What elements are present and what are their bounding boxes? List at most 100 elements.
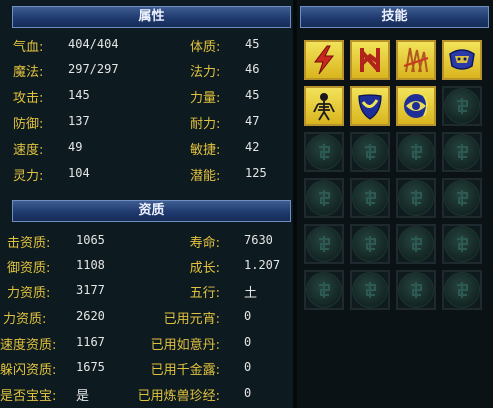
- empty-skill-slot[interactable]: [396, 178, 436, 218]
- attributes-header: 属性: [12, 6, 291, 28]
- empty-skill-slot[interactable]: [304, 178, 344, 218]
- qual-value: 1065: [76, 233, 105, 247]
- attr-value: 145: [68, 88, 90, 102]
- attr-label: 魔法:: [13, 65, 44, 80]
- empty-skill-slot[interactable]: [350, 270, 390, 310]
- qual-value: 0: [244, 386, 252, 400]
- skill-slot[interactable]: [396, 86, 436, 126]
- qual-value: 7630: [244, 233, 273, 247]
- attr-label: 攻击:: [13, 91, 44, 106]
- empty-skill-slot[interactable]: [442, 86, 482, 126]
- flame-skill-icon: [403, 47, 429, 73]
- qual-label: 躲闪资质:: [0, 363, 57, 378]
- attr-value: 45: [245, 88, 260, 102]
- attr-value: 104: [68, 166, 90, 180]
- qual-value: 1108: [76, 258, 105, 272]
- empty-skill-slot[interactable]: [304, 270, 344, 310]
- empty-skill-slot[interactable]: [442, 132, 482, 172]
- lightning-skill-icon: [314, 45, 335, 75]
- qual-value: 1.207: [244, 258, 281, 272]
- qual-value: 2620: [76, 309, 105, 323]
- empty-skill-slot[interactable]: [304, 132, 344, 172]
- skill-slot[interactable]: [350, 40, 390, 80]
- empty-skill-slot[interactable]: [350, 132, 390, 172]
- qual-value: 0: [244, 360, 252, 374]
- empty-slot-icon: [306, 134, 342, 170]
- attr-value: 42: [245, 140, 260, 154]
- attr-label: 气血:: [13, 40, 44, 55]
- empty-slot-icon: [444, 226, 480, 262]
- attr-label: 力量:: [190, 91, 221, 106]
- empty-slot-icon: [444, 88, 480, 124]
- qual-label: 已用如意丹:: [150, 338, 220, 353]
- qual-value: 0: [244, 335, 252, 349]
- empty-slot-icon: [398, 180, 434, 216]
- empty-slot-icon: [306, 226, 342, 262]
- attr-value: 49: [68, 140, 83, 154]
- shield-skill-icon: [358, 94, 382, 120]
- empty-skill-slot[interactable]: [396, 132, 436, 172]
- empty-slot-icon: [352, 180, 388, 216]
- attr-label: 耐力:: [190, 117, 221, 132]
- empty-slot-icon: [398, 226, 434, 262]
- qual-label: 御资质:: [7, 261, 51, 276]
- attr-value: 47: [245, 114, 260, 128]
- empty-skill-slot[interactable]: [396, 224, 436, 264]
- skill-slot[interactable]: [442, 40, 482, 80]
- empty-slot-icon: [306, 180, 342, 216]
- rune-skill-icon: [360, 48, 380, 72]
- empty-slot-icon: [352, 226, 388, 262]
- qual-value: 1675: [76, 360, 105, 374]
- qual-label: 已用炼兽珍经:: [137, 389, 220, 404]
- empty-slot-icon: [398, 134, 434, 170]
- skills-header: 技能: [300, 6, 489, 28]
- qual-label: 五行:: [189, 286, 220, 301]
- skeleton-skill-icon: [313, 93, 335, 121]
- empty-slot-icon: [444, 134, 480, 170]
- skill-slot[interactable]: [396, 40, 436, 80]
- empty-slot-icon: [398, 272, 434, 308]
- qual-label: 力资质:: [3, 312, 47, 327]
- attr-value: 125: [245, 166, 267, 180]
- dragon-skill-icon: [449, 49, 475, 70]
- empty-skill-slot[interactable]: [304, 224, 344, 264]
- qual-value: 3177: [76, 283, 105, 297]
- attr-label: 体质:: [190, 40, 221, 55]
- attr-value: 404/404: [68, 37, 119, 51]
- skill-slot[interactable]: [304, 40, 344, 80]
- empty-skill-slot[interactable]: [350, 178, 390, 218]
- empty-slot-icon: [352, 134, 388, 170]
- attr-label: 法力:: [190, 65, 221, 80]
- skill-slot[interactable]: [350, 86, 390, 126]
- qual-value: 1167: [76, 335, 105, 349]
- empty-slot-icon: [306, 272, 342, 308]
- qual-label: 是否宝宝:: [0, 389, 57, 404]
- attr-label: 潜能:: [190, 169, 221, 184]
- qual-value: 土: [244, 286, 258, 301]
- qual-label: 力资质:: [7, 286, 51, 301]
- skill-slot[interactable]: [304, 86, 344, 126]
- qual-label: 已用千金露:: [150, 363, 220, 378]
- attr-value: 137: [68, 114, 90, 128]
- qual-label: 成长:: [189, 261, 220, 276]
- attr-label: 防御:: [13, 117, 44, 132]
- empty-skill-slot[interactable]: [442, 178, 482, 218]
- empty-skill-slot[interactable]: [442, 270, 482, 310]
- empty-slot-icon: [444, 180, 480, 216]
- empty-slot-icon: [352, 272, 388, 308]
- empty-skill-slot[interactable]: [350, 224, 390, 264]
- panel-divider: [293, 0, 297, 408]
- empty-skill-slot[interactable]: [396, 270, 436, 310]
- attr-label: 灵力:: [13, 169, 44, 184]
- attr-value: 46: [245, 62, 260, 76]
- empty-slot-icon: [444, 272, 480, 308]
- qual-label: 已用元宵:: [163, 312, 220, 327]
- attr-value: 297/297: [68, 62, 119, 76]
- empty-skill-slot[interactable]: [442, 224, 482, 264]
- attr-label: 敏捷:: [190, 143, 221, 158]
- qual-value: 是: [76, 389, 90, 404]
- qual-label: 速度资质:: [0, 338, 57, 353]
- eye-skill-icon: [404, 94, 428, 118]
- qual-label: 击资质:: [7, 236, 51, 251]
- qualifications-header: 资质: [12, 200, 291, 222]
